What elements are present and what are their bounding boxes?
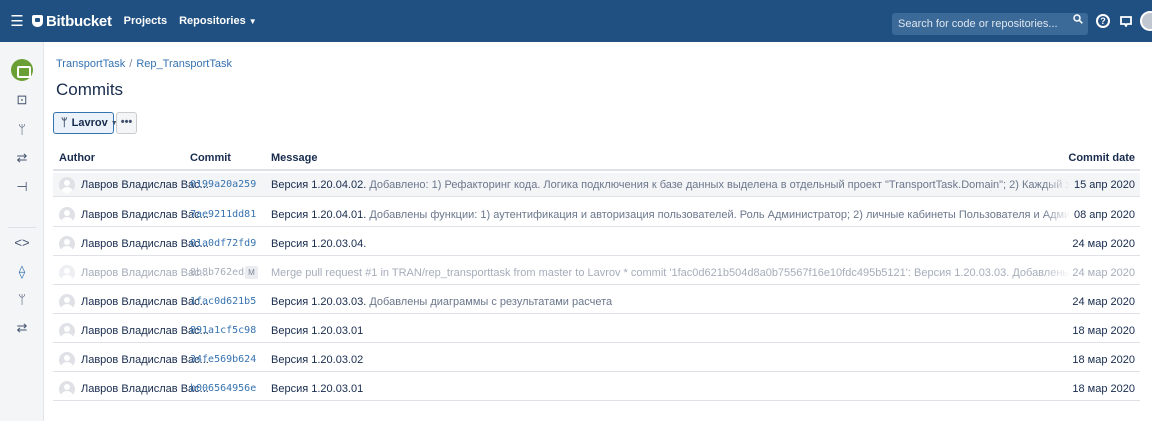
chevron-down-icon: ▼	[248, 17, 257, 26]
author-avatar	[59, 294, 75, 310]
table-row: Лавров Владислав Вас... 7ae9211dd81 Верс…	[53, 203, 1140, 227]
top-navigation-bar: ☰ Bitbucket Projects Repositories ▼ Searc…	[0, 0, 1152, 42]
commit-date: 18 мар 2020	[1072, 383, 1135, 395]
breadcrumb-project[interactable]: TransportTask	[56, 58, 125, 70]
commit-message[interactable]: Merge pull request #1 in TRAN/rep_transp…	[271, 267, 1069, 279]
commit-version: Версия 1.20.03.02	[271, 354, 364, 366]
header-message: Message	[271, 152, 318, 164]
branch-selector[interactable]: ᛘ Lavrov ▼	[53, 112, 118, 134]
commit-message[interactable]: Версия 1.20.03.04.	[271, 238, 1069, 250]
commit-version: Версия 1.20.03.01	[271, 383, 364, 395]
nav-repositories[interactable]: Repositories ▼	[179, 15, 257, 27]
menu-icon[interactable]: ☰	[4, 0, 30, 42]
user-avatar[interactable]	[1140, 11, 1152, 31]
merge-badge: M	[245, 266, 258, 279]
pull-requests-icon[interactable]: ⇄	[14, 320, 30, 336]
table-row: Лавров Владислав Вас... 891a1cf5c98 Верс…	[53, 319, 1140, 343]
commit-hash-link[interactable]: 1fac0d621b5	[190, 296, 256, 307]
author-avatar	[59, 323, 75, 339]
author-avatar	[59, 381, 75, 397]
header-commit-date: Commit date	[1068, 152, 1135, 164]
source-icon[interactable]: <>	[14, 235, 30, 251]
commits-icon[interactable]: ⟠	[14, 264, 30, 280]
table-row: Лавров Владислав Вас... 34fe569b624 Верс…	[53, 348, 1140, 372]
sidebar-divider	[8, 227, 36, 228]
header-author: Author	[59, 152, 96, 164]
commit-date: 15 апр 2020	[1073, 179, 1135, 191]
author-avatar	[59, 207, 75, 223]
commit-description: Добавлены диаграммы с результатами расче…	[366, 296, 613, 308]
bitbucket-bucket-icon	[32, 15, 43, 27]
author-avatar	[59, 352, 75, 368]
message-fade	[1043, 263, 1071, 283]
more-actions-button[interactable]: •••	[116, 112, 137, 134]
clone-icon[interactable]: ⊡	[14, 92, 30, 108]
commit-hash-link[interactable]: 7ae9211dd81	[190, 209, 256, 220]
help-icon[interactable]: ?	[1096, 14, 1110, 28]
brand-name: Bitbucket	[46, 12, 112, 30]
table-row: Лавров Владислав Вас... 8b8b762edad M Me…	[53, 261, 1140, 285]
commit-hash-link[interactable]: 891a1cf5c98	[190, 325, 256, 336]
commit-date: 18 мар 2020	[1072, 325, 1135, 337]
page-title: Commits	[56, 80, 124, 99]
commit-date: 08 апр 2020	[1073, 209, 1135, 221]
nav-projects[interactable]: Projects	[124, 15, 167, 27]
commit-version: Версия 1.20.03.01	[271, 325, 364, 337]
fork-icon[interactable]: ⊣	[14, 179, 30, 195]
message-fade	[1043, 205, 1071, 225]
commit-message[interactable]: Версия 1.20.03.02	[271, 354, 1069, 366]
create-pull-request-icon[interactable]: ⇄	[14, 150, 30, 166]
breadcrumb: TransportTask / Rep_TransportTask	[56, 58, 232, 70]
message-fade	[1043, 175, 1071, 195]
author-avatar	[59, 265, 75, 281]
table-row: Лавров Владислав Вас... 0199a20a259 Верс…	[53, 173, 1140, 197]
search-icon[interactable]	[1073, 14, 1087, 28]
commit-hash-link[interactable]: b006564956e	[190, 383, 256, 394]
commit-message[interactable]: Версия 1.20.03.01	[271, 383, 1069, 395]
commit-version: Версия 1.20.03.04.	[271, 238, 367, 250]
commit-hash-link[interactable]: 01a0df72fd9	[190, 238, 256, 249]
commit-description: Merge pull request #1 in TRAN/rep_transp…	[271, 267, 1069, 279]
repository-sidebar: ⊡ ᛘ ⇄ ⊣ <> ⟠ ᛘ ⇄	[0, 42, 44, 421]
commit-description: Добавлено: 1) Рефакторинг кода. Логика п…	[369, 179, 1069, 191]
commit-message[interactable]: Версия 1.20.03.03. Добавлены диаграммы с…	[271, 296, 1069, 308]
breadcrumb-repo[interactable]: Rep_TransportTask	[136, 58, 232, 70]
commit-version: Версия 1.20.03.03.	[271, 296, 367, 308]
table-row: Лавров Владислав Вас... 01a0df72fd9 Верс…	[53, 232, 1140, 256]
table-row: Лавров Владислав Вас... 1fac0d621b5 Верс…	[53, 290, 1140, 314]
create-branch-icon[interactable]: ᛘ	[14, 122, 30, 138]
branch-name: Lavrov	[71, 117, 108, 129]
breadcrumb-separator: /	[129, 58, 133, 70]
commit-message[interactable]: Версия 1.20.04.01. Добавлены функции: 1)…	[271, 209, 1069, 221]
commit-message[interactable]: Версия 1.20.03.01	[271, 325, 1069, 337]
branches-icon[interactable]: ᛘ	[14, 292, 30, 308]
table-row: Лавров Владислав Вас... b006564956e Верс…	[53, 377, 1140, 401]
author-avatar	[59, 177, 75, 193]
notifications-icon[interactable]	[1120, 15, 1132, 27]
nav-repositories-label: Repositories	[179, 15, 246, 27]
repository-avatar[interactable]	[11, 59, 33, 81]
header-commit: Commit	[190, 152, 231, 164]
commit-date: 24 мар 2020	[1072, 238, 1135, 250]
commit-description: Добавлены функции: 1) аутентификация и а…	[369, 209, 1069, 221]
branch-icon: ᛘ	[61, 117, 68, 129]
commit-date: 24 мар 2020	[1072, 267, 1135, 279]
commits-table-header: Author Commit Message Commit date	[53, 144, 1140, 171]
commit-date: 18 мар 2020	[1072, 354, 1135, 366]
commit-version: Версия 1.20.04.01.	[271, 209, 367, 221]
commit-message[interactable]: Версия 1.20.04.02. Добавлено: 1) Рефакто…	[271, 179, 1069, 191]
commit-hash-link[interactable]: 0199a20a259	[190, 179, 256, 190]
commit-date: 24 мар 2020	[1072, 296, 1135, 308]
commit-hash-link[interactable]: 34fe569b624	[190, 354, 256, 365]
search-input[interactable]: Search for code or repositories...	[892, 13, 1088, 35]
author-avatar	[59, 236, 75, 252]
bitbucket-logo[interactable]: Bitbucket	[32, 13, 112, 30]
commit-version: Версия 1.20.04.02.	[271, 179, 367, 191]
